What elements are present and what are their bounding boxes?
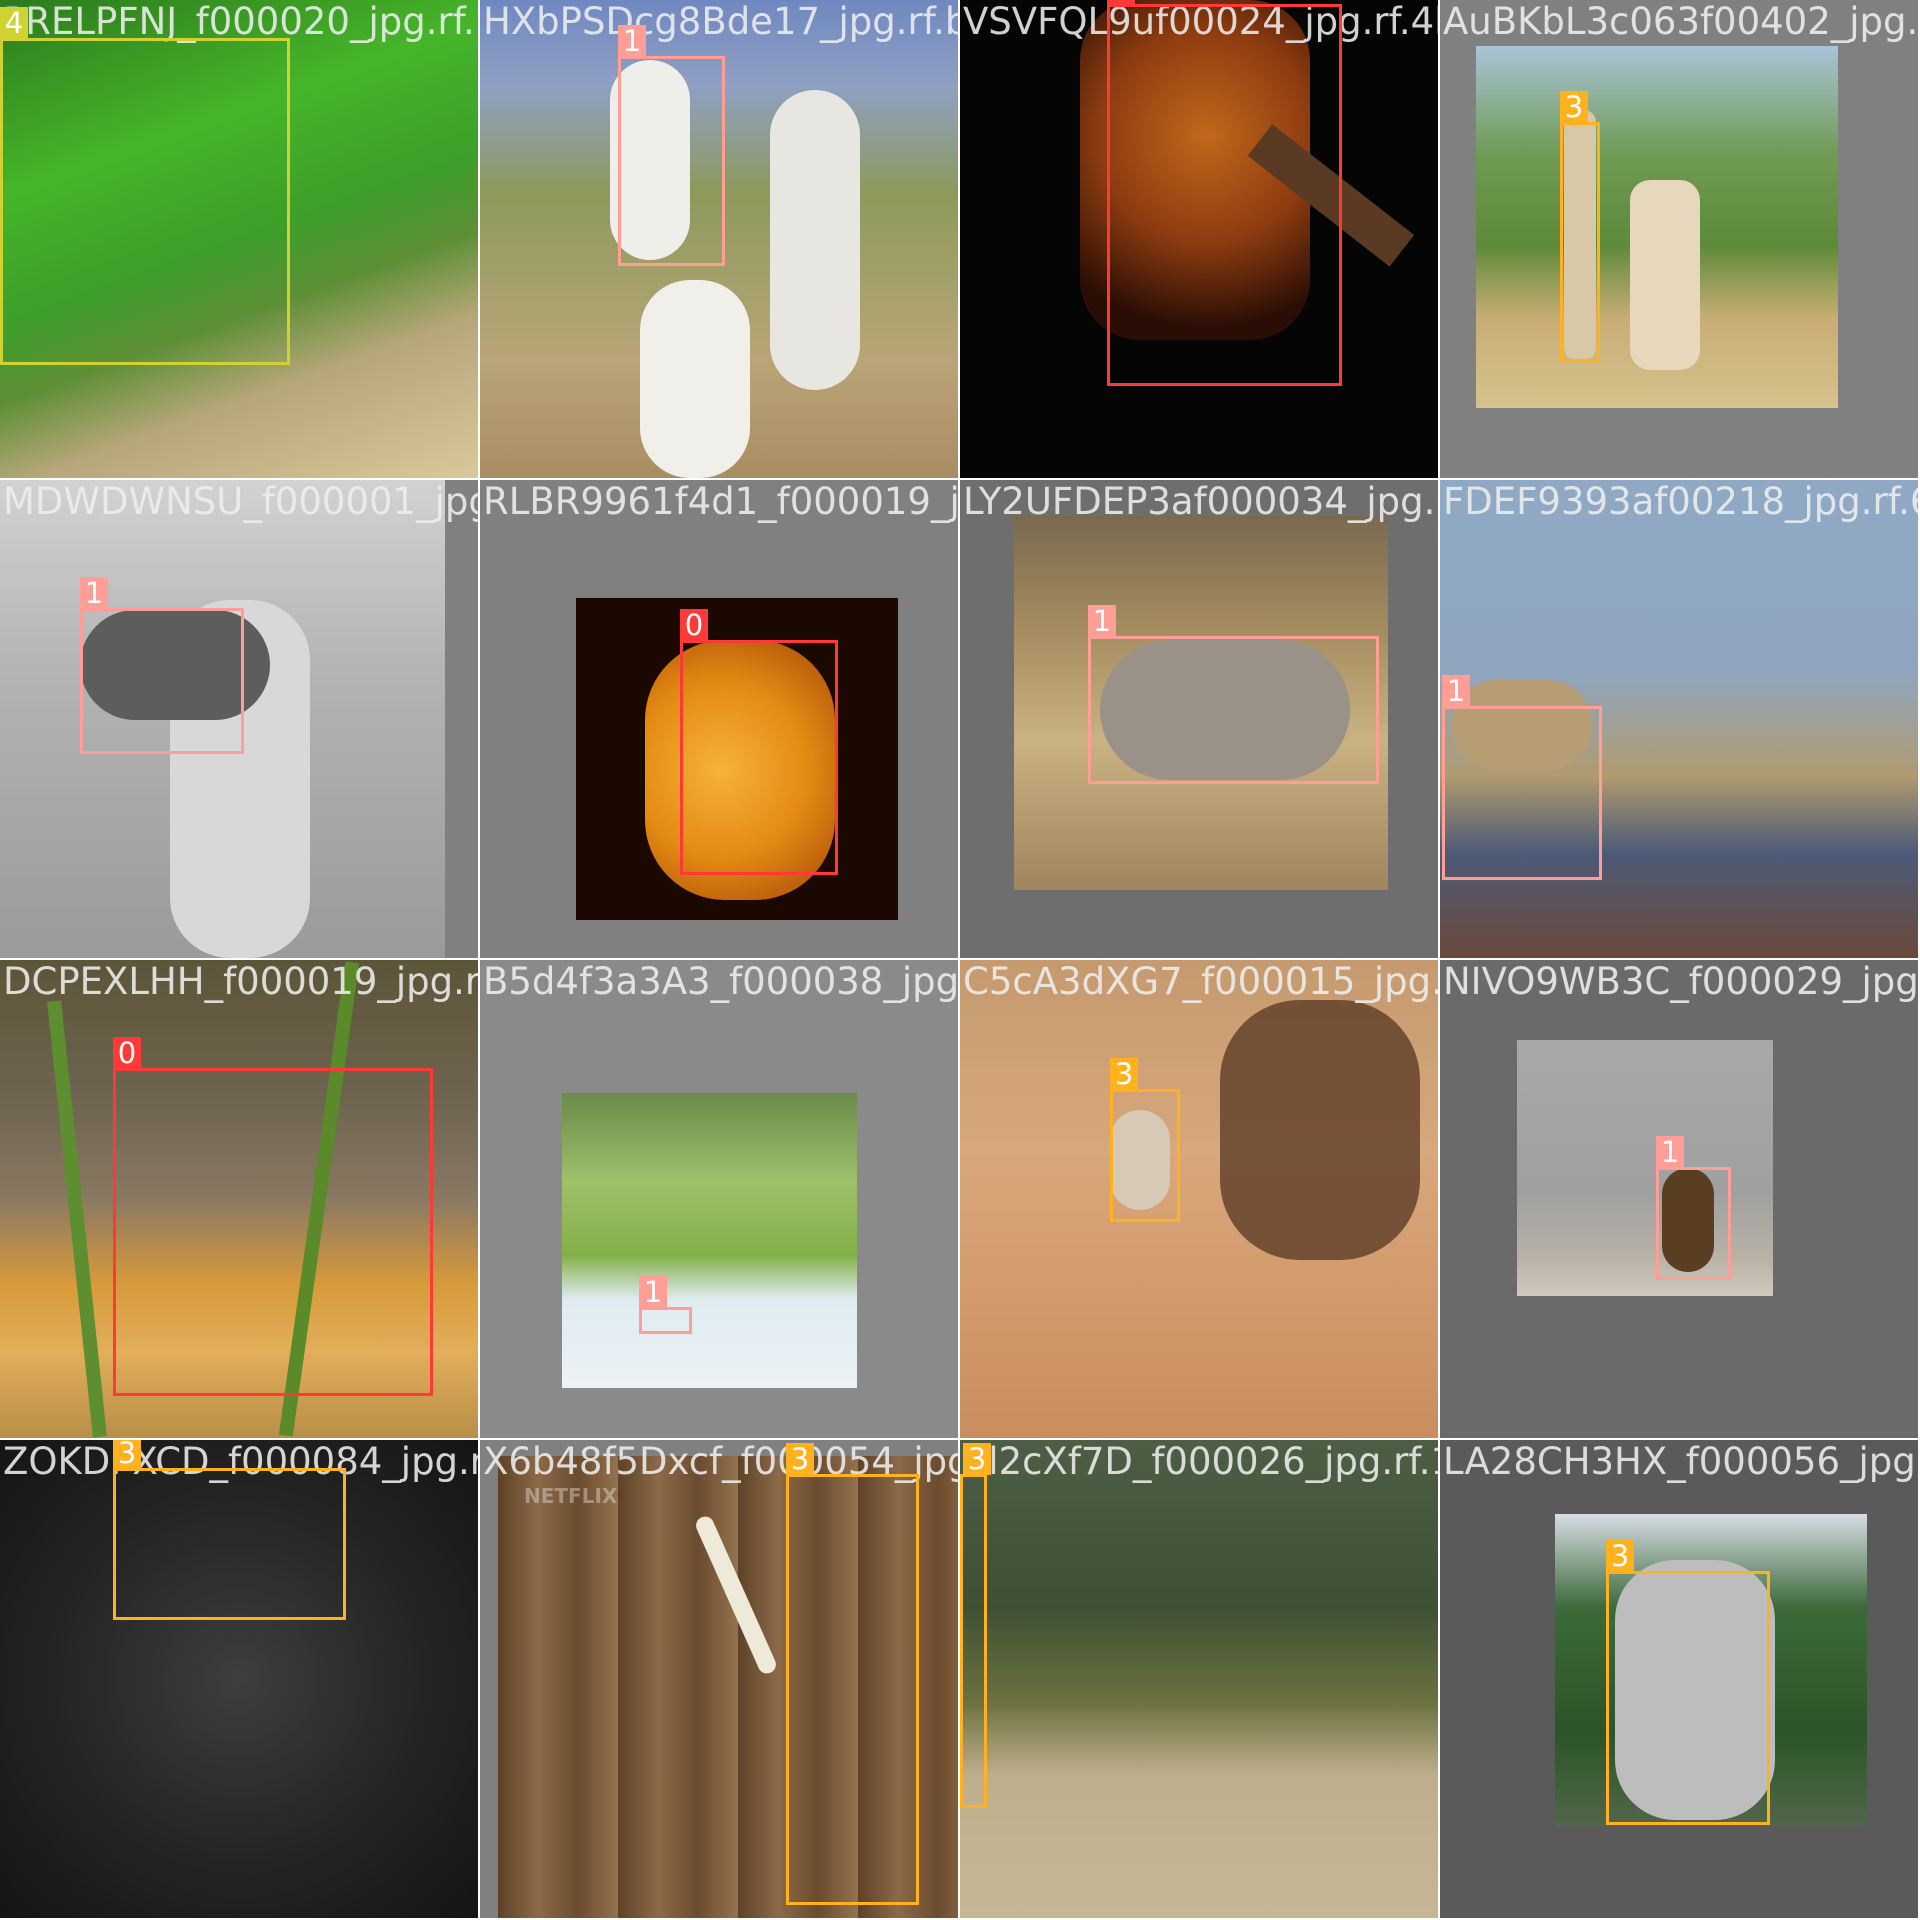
bbox: 1 <box>639 1276 692 1334</box>
bbox: 3 <box>786 1443 919 1905</box>
tile-7: LY2UFDEP3af000034_jpg.rf.5b8f91963af0021… <box>960 480 1438 958</box>
mosaic-grid: PRELPFNJ_f000020_jpg.rf.79X5bP5EKb89380 … <box>0 0 1920 1920</box>
bbox: 4 <box>0 7 290 365</box>
bbox: 3 <box>113 1440 346 1620</box>
class-tag: 1 <box>1656 1136 1684 1168</box>
class-tag: 1 <box>618 25 646 57</box>
tile-4: AuBKbL3c063f00402_jpg.rf. 3 <box>1440 0 1918 478</box>
tile-filename: AuBKbL3c063f00402_jpg.rf. <box>1443 0 1918 43</box>
class-tag: 1 <box>1088 605 1116 637</box>
bbox: 3 <box>960 1443 991 1808</box>
giraffe-2 <box>1630 180 1700 370</box>
tile-filename: FDEF9393af00218_jpg.rf.6 <box>1443 480 1918 523</box>
tile-11: C5cA3dXG7_f000015_jpg.rf.0eeb9eB3C2f0002… <box>960 960 1438 1438</box>
tile-5: MDWDWNSU_f000001_jpg.rf.3B99b6f4d1350019… <box>0 480 478 958</box>
class-tag: 3 <box>113 1440 141 1469</box>
tile-3: VSVFQL9uf00024_jpg.rf.4b9K3c06Td0002 0 <box>960 0 1438 478</box>
grassland-photo <box>960 1440 1438 1918</box>
netflix-watermark: NETFLIX <box>524 1484 618 1508</box>
class-tag: 4 <box>0 7 28 39</box>
class-tag: 0 <box>680 609 708 641</box>
tile-1: PRELPFNJ_f000020_jpg.rf.79X5bP5EKb89380 … <box>0 0 478 478</box>
tile-15: Vl2cXf7D_f000026_jpg.rf.1a28cf3c4Xaf0005… <box>960 1440 1438 1918</box>
class-tag: 3 <box>1110 1058 1138 1090</box>
tile-9: DCPEXLHH_f000019_jpg.rf.b5d4b8a3A3f0fe03… <box>0 960 478 1438</box>
eagle-photo <box>1517 1040 1773 1296</box>
tile-13: ZOKDPXCD_f000084_jpg.rf.Xe0b4853Dxcf3315… <box>0 1440 478 1918</box>
bbox: 0 <box>113 1037 433 1396</box>
tile-filename: HXbPSDcg8Bde17_jpg.rf.b5d4f9l5e9f00024 <box>483 0 958 43</box>
running-herd <box>1220 1000 1420 1260</box>
tile-filename: B5d4f3a3A3_f000038_jpg.rf.b5cA3dXG7Ea001… <box>483 960 958 1003</box>
bbox: 1 <box>80 577 244 754</box>
tile-filename: Vl2cXf7D_f000026_jpg.rf.1a28cf3c4Xaf0005… <box>963 1440 1438 1483</box>
class-tag: 1 <box>639 1276 667 1308</box>
tile-2: HXbPSDcg8Bde17_jpg.rf.b5d4f9l5e9f00024 1 <box>480 0 958 478</box>
bbox: 1 <box>1442 675 1602 880</box>
tile-6: RLBR9961f4d1_f000019_jpg.rf.42ef0df53af0… <box>480 480 958 958</box>
bbox: 1 <box>618 25 725 266</box>
class-tag: 1 <box>1442 675 1470 707</box>
bbox: 3 <box>1560 91 1600 362</box>
tile-14: NETFLIX X6b48f5Dxcf_f000054_jpg.rf.Vl2cx… <box>480 1440 958 1918</box>
class-tag: 3 <box>1560 91 1588 123</box>
bbox: 3 <box>1606 1540 1770 1825</box>
class-tag: 0 <box>1107 0 1135 5</box>
egret-chicks <box>640 280 750 478</box>
class-tag: 3 <box>1606 1540 1634 1572</box>
tile-filename: PRELPFNJ_f000020_jpg.rf.79X5bP5EKb89380 <box>3 0 478 43</box>
egret-bird-2 <box>770 90 860 390</box>
tile-filename: LA28CH3HX_f000056_jpg.rf <box>1443 1440 1918 1483</box>
bbox: 1 <box>1656 1136 1731 1280</box>
tile-filename: LY2UFDEP3af000034_jpg.rf.5b8f91963af0021… <box>963 480 1438 523</box>
tile-16: LA28CH3HX_f000056_jpg.rf 3 <box>1440 1440 1918 1918</box>
tile-filename: NIVO9WB3C_f000029_jpg.rf <box>1443 960 1918 1003</box>
class-tag: 0 <box>113 1037 141 1069</box>
tile-filename: C5cA3dXG7_f000015_jpg.rf.0eeb9eB3C2f0002… <box>963 960 1438 1003</box>
tile-12: NIVO9WB3C_f000029_jpg.rf 1 <box>1440 960 1918 1438</box>
bbox: 3 <box>1110 1058 1180 1222</box>
bbox: 0 <box>680 609 838 875</box>
tile-filename: MDWDWNSU_f000001_jpg.rf.3B99b6f4d1350019 <box>3 480 478 523</box>
class-tag: 1 <box>80 577 108 609</box>
tile-filename: DCPEXLHH_f000019_jpg.rf.b5d4b8a3A3f0fe03… <box>3 960 478 1003</box>
bbox: 1 <box>1088 605 1379 784</box>
tile-10: B5d4f3a3A3_f000038_jpg.rf.b5cA3dXG7Ea001… <box>480 960 958 1438</box>
class-tag: 3 <box>786 1443 814 1475</box>
class-tag: 3 <box>963 1443 991 1475</box>
wetland-photo <box>562 1093 857 1388</box>
bbox: 0 <box>1107 0 1342 386</box>
tile-filename: RLBR9961f4d1_f000019_jpg.rf.42ef0df53af0… <box>483 480 958 523</box>
tile-8: FDEF9393af00218_jpg.rf.6 1 <box>1440 480 1918 958</box>
